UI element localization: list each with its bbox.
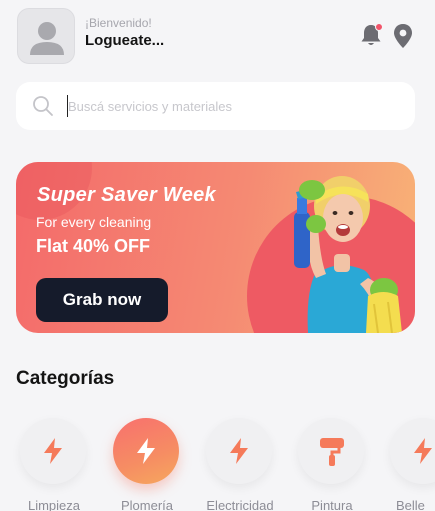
category-belleza[interactable]: Belle — [384, 418, 435, 511]
notification-badge — [375, 23, 383, 31]
category-icon-circle — [298, 418, 364, 484]
category-icon-circle — [390, 418, 435, 484]
lightning-icon — [414, 438, 432, 464]
lightning-icon — [44, 438, 62, 464]
category-label: Pintura — [311, 498, 353, 511]
paint-roller-icon — [320, 438, 344, 466]
home-screen: ¡Bienvenido! Logueate... Super Saver Wee… — [0, 0, 435, 511]
category-icon-circle — [206, 418, 272, 484]
banner-subtitle: For every cleaning — [36, 214, 152, 230]
category-plomeria[interactable]: Plomería — [107, 418, 187, 511]
grab-now-button[interactable]: Grab now — [36, 278, 168, 322]
category-label: Limpieza — [27, 498, 81, 511]
banner-title: Super Saver Week — [37, 184, 216, 206]
header: ¡Bienvenido! Logueate... — [0, 0, 435, 72]
banner-offer: Flat 40% OFF — [36, 236, 151, 256]
search-icon — [33, 96, 53, 116]
category-label: Plomería — [120, 498, 174, 511]
category-label: Belle — [396, 498, 425, 511]
search-bar[interactable] — [16, 82, 415, 130]
lightning-icon — [137, 438, 155, 464]
avatar[interactable] — [17, 8, 75, 64]
text-caret — [67, 95, 68, 117]
category-limpieza[interactable]: Limpieza — [14, 418, 94, 511]
category-electricidad[interactable]: Electricidad — [200, 418, 280, 511]
user-avatar-icon — [30, 22, 64, 55]
search-input[interactable] — [68, 94, 398, 118]
category-icon-circle-active — [113, 418, 179, 484]
cleaning-woman-illustration — [294, 176, 402, 333]
promo-banner[interactable]: Super Saver Week For every cleaning Flat… — [16, 162, 415, 333]
lightning-icon — [230, 438, 248, 464]
greeting-text: ¡Bienvenido! — [85, 16, 152, 30]
login-title[interactable]: Logueate... — [85, 32, 164, 49]
category-pintura[interactable]: Pintura — [292, 418, 372, 511]
category-icon-circle — [20, 418, 86, 484]
categories-title: Categorías — [16, 368, 115, 389]
map-pin-icon[interactable] — [392, 23, 414, 49]
category-label: Electricidad — [206, 498, 274, 511]
